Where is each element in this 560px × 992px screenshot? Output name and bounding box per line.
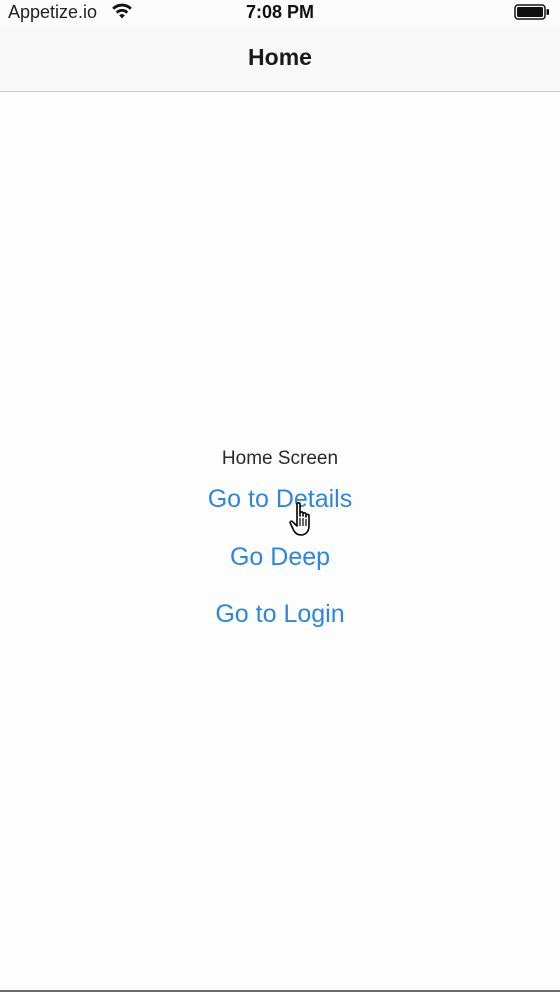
navigation-bar: Home [0, 26, 560, 92]
go-to-details-button[interactable]: Go to Details [0, 485, 560, 514]
home-screen-label: Home Screen [221, 448, 339, 469]
page-title: Home [248, 44, 312, 70]
status-bar: Appetize.io 7:08 PM [0, 0, 560, 26]
go-deep-button[interactable]: Go Deep [0, 543, 560, 572]
go-to-login-button[interactable]: Go to Login [0, 600, 560, 629]
status-time: 7:08 PM [245, 2, 315, 22]
battery-icon [514, 4, 549, 20]
home-content: Home Screen Go to Details Go Deep Go to … [0, 92, 560, 990]
app-screen: Appetize.io 7:08 PM Home Home Screen Go … [0, 0, 560, 992]
